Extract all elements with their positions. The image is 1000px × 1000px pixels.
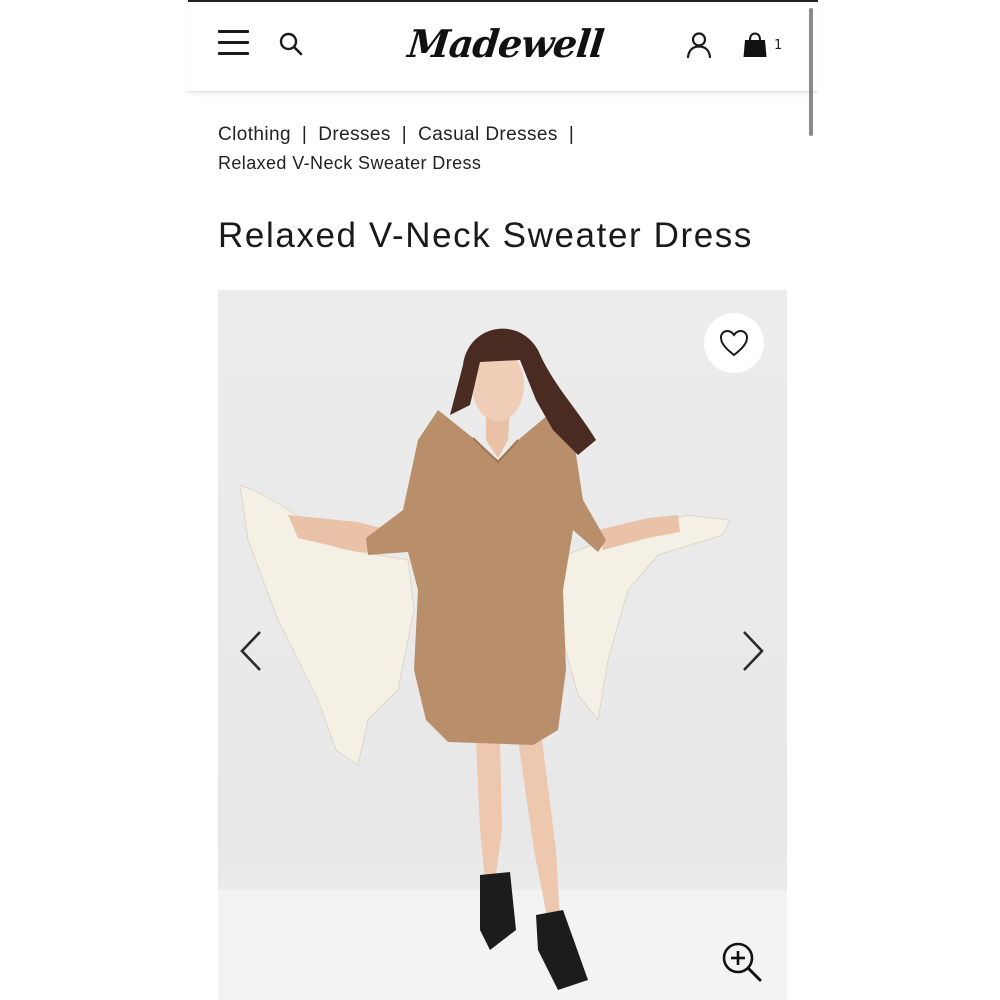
breadcrumb-separator: | xyxy=(301,124,308,145)
breadcrumb-separator: | xyxy=(568,124,575,145)
zoom-in-icon xyxy=(722,942,762,982)
product-title: Relaxed V-Neck Sweater Dress xyxy=(218,216,753,255)
breadcrumb: Clothing | Dresses | Casual Dresses | Relaxed… xyxy=(218,120,778,178)
product-image-carousel[interactable] xyxy=(218,290,787,1000)
breadcrumb-casual-dresses[interactable]: Casual Dresses xyxy=(418,124,558,145)
chevron-right-icon xyxy=(743,631,764,671)
zoom-button[interactable] xyxy=(720,940,764,984)
brand-logo[interactable]: Madewell xyxy=(405,18,606,70)
page-scrollbar[interactable] xyxy=(809,8,813,136)
bag-item-count: 1 xyxy=(774,38,783,53)
previous-image-button[interactable] xyxy=(236,628,266,674)
heart-icon xyxy=(719,329,749,357)
breadcrumb-current: Relaxed V-Neck Sweater Dress xyxy=(218,153,482,173)
favorite-button[interactable] xyxy=(704,313,764,373)
next-image-button[interactable] xyxy=(738,628,768,674)
chevron-left-icon xyxy=(240,631,261,671)
breadcrumb-dresses[interactable]: Dresses xyxy=(318,124,390,145)
product-photo xyxy=(239,328,731,990)
shopping-bag-icon[interactable] xyxy=(742,32,768,58)
account-icon[interactable] xyxy=(685,31,713,59)
site-header: Madewell 1 xyxy=(188,2,818,92)
breadcrumb-clothing[interactable]: Clothing xyxy=(218,124,291,145)
search-icon[interactable] xyxy=(278,31,304,57)
menu-icon[interactable] xyxy=(218,30,250,56)
breadcrumb-separator: | xyxy=(401,124,408,145)
